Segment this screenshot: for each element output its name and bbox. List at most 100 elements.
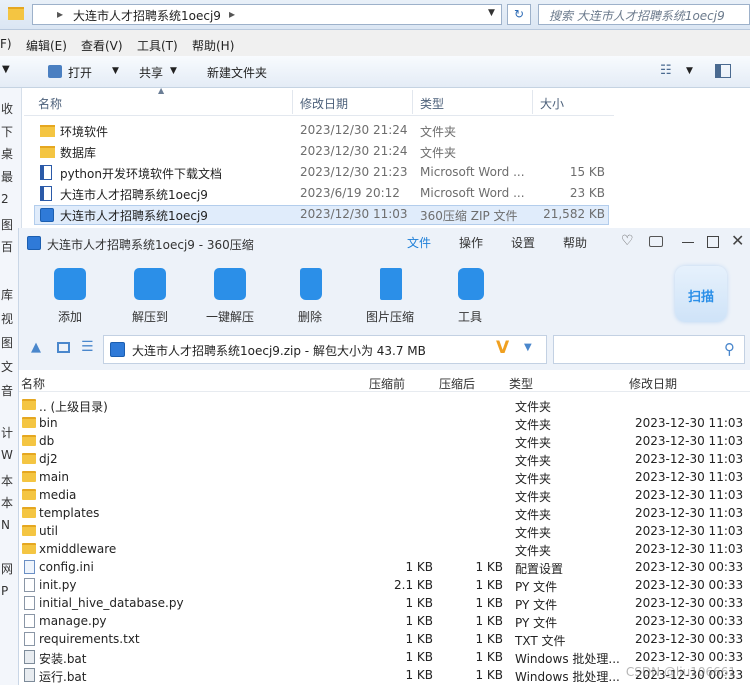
preview-pane-icon[interactable] [715,64,731,78]
entry-type: 配置设置 [515,562,564,576]
up-arrow-icon[interactable]: ▲ [31,340,41,355]
scan-button[interactable]: 扫描 [675,266,727,322]
column-compressed-after[interactable]: 压缩后 [439,375,475,392]
nav-fragment[interactable]: P [1,584,8,598]
nav-fragment[interactable]: 图 [1,216,13,233]
nav-fragment[interactable]: 最 [1,168,13,185]
zip-row[interactable]: 安装.bat 1 KB 1 KB Windows 批处理... 2023-12-30 0… [19,648,750,666]
column-type[interactable]: 类型 [420,95,444,112]
column-name[interactable]: 名称 [21,375,45,392]
skin-icon[interactable]: ♡ [621,233,634,249]
menu-help[interactable]: 帮助(H) [192,37,234,54]
nav-fragment[interactable]: 网 [1,560,13,577]
zip-menu-help[interactable]: 帮助 [563,234,587,251]
nav-fragment[interactable]: 文 [1,358,13,375]
nav-fragment[interactable]: 桌 [1,145,13,162]
nav-fragment[interactable]: 本 [1,472,13,489]
nav-fragment[interactable]: N [1,518,10,532]
zip-row[interactable]: xmiddleware 文件夹 2023-12-30 11:03 [19,540,750,558]
zip-menu-action[interactable]: 操作 [459,234,483,251]
column-divider[interactable] [292,90,293,114]
zip-row[interactable]: manage.py 1 KB 1 KB PY 文件 2023-12-30 00:33 [19,612,750,630]
zip-row[interactable]: initial_hive_database.py 1 KB 1 KB PY 文件 202… [19,594,750,612]
menu-edit[interactable]: 编辑(E) [26,37,67,54]
column-type[interactable]: 类型 [509,375,533,392]
entry-name: dj2 [39,452,58,466]
refresh-button[interactable]: ↻ [507,4,531,25]
column-divider[interactable] [532,90,533,114]
open-button[interactable]: 打开 ▼ [46,62,126,82]
breadcrumb-dropdown-icon[interactable]: ▸ [229,7,235,21]
zip-row[interactable]: dj2 文件夹 2023-12-30 11:03 [19,450,750,468]
view-options-icon[interactable]: ☷ [660,63,672,78]
entry-date: 2023-12-30 00:33 [635,596,744,610]
one-click-extract-button[interactable]: 一键解压 [190,264,270,326]
explorer-row[interactable]: 大连市人才招聘系统1oecj9 2023/6/19 20:12 Microsof… [34,184,609,204]
list-view-icon[interactable]: ☰ [81,339,94,355]
delete-button[interactable]: 删除 [270,264,350,326]
nav-fragment[interactable]: 百 [1,238,13,255]
nav-fragment[interactable]: 视 [1,310,13,327]
image-compress-button[interactable]: 图片压缩 [350,264,430,326]
column-date[interactable]: 修改日期 [300,95,348,112]
menu-view[interactable]: 查看(V) [81,37,123,54]
zip-menu-file[interactable]: 文件 [407,234,431,251]
zip-row[interactable]: main 文件夹 2023-12-30 11:03 [19,468,750,486]
nav-fragment[interactable]: 2 [1,192,9,206]
zip-row[interactable]: requirements.txt 1 KB 1 KB TXT 文件 2023-12-30… [19,630,750,648]
add-button[interactable]: 添加 [30,264,110,326]
column-size[interactable]: 大小 [540,95,564,112]
zip-row[interactable]: .. (上级目录) 文件夹 [19,396,750,414]
minimize-icon[interactable] [682,242,694,243]
zip-row[interactable]: bin 文件夹 2023-12-30 11:03 [19,414,750,432]
extract-to-button[interactable]: 解压到 [110,264,190,326]
zip-row[interactable]: init.py 2.1 KB 1 KB PY 文件 2023-12-30 00:33 [19,576,750,594]
explorer-row[interactable]: python开发环境软件下载文档 2023/12/30 21:23 Micros… [34,163,609,183]
nav-fragment[interactable]: 音 [1,382,13,399]
zip-row[interactable]: util 文件夹 2023-12-30 11:03 [19,522,750,540]
explorer-row-selected[interactable]: 大连市人才招聘系统1oecj9 2023/12/30 11:03 360压缩 Z… [34,205,609,225]
maximize-icon[interactable] [707,236,719,248]
zip-icon [40,208,54,222]
entry-size-after: 1 KB [475,578,503,592]
tools-button[interactable]: 工具 [430,264,510,326]
nav-fragment[interactable]: 计 [1,424,13,441]
zip-icon [110,342,125,357]
nav-fragment[interactable]: 收 [1,100,13,117]
nav-fragment[interactable]: 图 [1,334,13,351]
zip-row[interactable]: config.ini 1 KB 1 KB 配置设置 2023-12-30 00:33 [19,558,750,576]
entry-type: 文件夹 [515,544,552,558]
search-icon[interactable]: ⚲ [724,340,735,358]
new-folder-button[interactable]: 新建文件夹 [207,64,267,81]
nav-fragment[interactable]: W [1,448,13,462]
explorer-row[interactable]: 环境软件 2023/12/30 21:24 文件夹 [34,121,609,141]
folder-icon [22,543,36,554]
explorer-row[interactable]: 数据库 2023/12/30 21:24 文件夹 [34,142,609,162]
zip-row[interactable]: db 文件夹 2023-12-30 11:03 [19,432,750,450]
entry-type: 文件夹 [515,400,552,414]
nav-fragment[interactable]: 下 [1,123,13,140]
column-divider[interactable] [412,90,413,114]
nav-fragment[interactable]: 本 [1,494,13,511]
column-name[interactable]: 名称 [38,95,62,112]
thumbnail-view-icon[interactable] [57,342,70,353]
zip-row[interactable]: templates 文件夹 2023-12-30 11:03 [19,504,750,522]
address-dropdown-button[interactable]: ▼ [488,8,495,18]
zip-menu-settings[interactable]: 设置 [511,234,535,251]
view-dropdown-icon[interactable]: ▼ [686,66,693,76]
path-dropdown-icon[interactable]: ▼ [524,342,532,353]
feedback-icon[interactable] [649,236,663,247]
close-icon[interactable]: ✕ [731,231,744,250]
zip-search-input[interactable]: ⚲ [553,335,745,364]
menu-file[interactable]: F) [0,37,12,51]
search-input[interactable]: 搜索 大连市人才招聘系统1oecj9 [538,4,750,25]
archive-path-box[interactable]: 大连市人才招聘系统1oecj9.zip - 解包大小为 43.7 MB V ▼ [103,335,547,364]
column-date[interactable]: 修改日期 [629,375,677,392]
organize-dropdown-icon[interactable]: ▼ [2,64,10,75]
zip-row[interactable]: media 文件夹 2023-12-30 11:03 [19,486,750,504]
share-button[interactable]: 共享 ▼ [138,62,182,82]
nav-fragment[interactable]: 库 [1,286,13,303]
column-compressed-before[interactable]: 压缩前 [369,375,405,392]
address-input[interactable]: ▸ 大连市人才招聘系统1oecj9 ▸ [32,4,502,25]
menu-tools[interactable]: 工具(T) [137,37,178,54]
